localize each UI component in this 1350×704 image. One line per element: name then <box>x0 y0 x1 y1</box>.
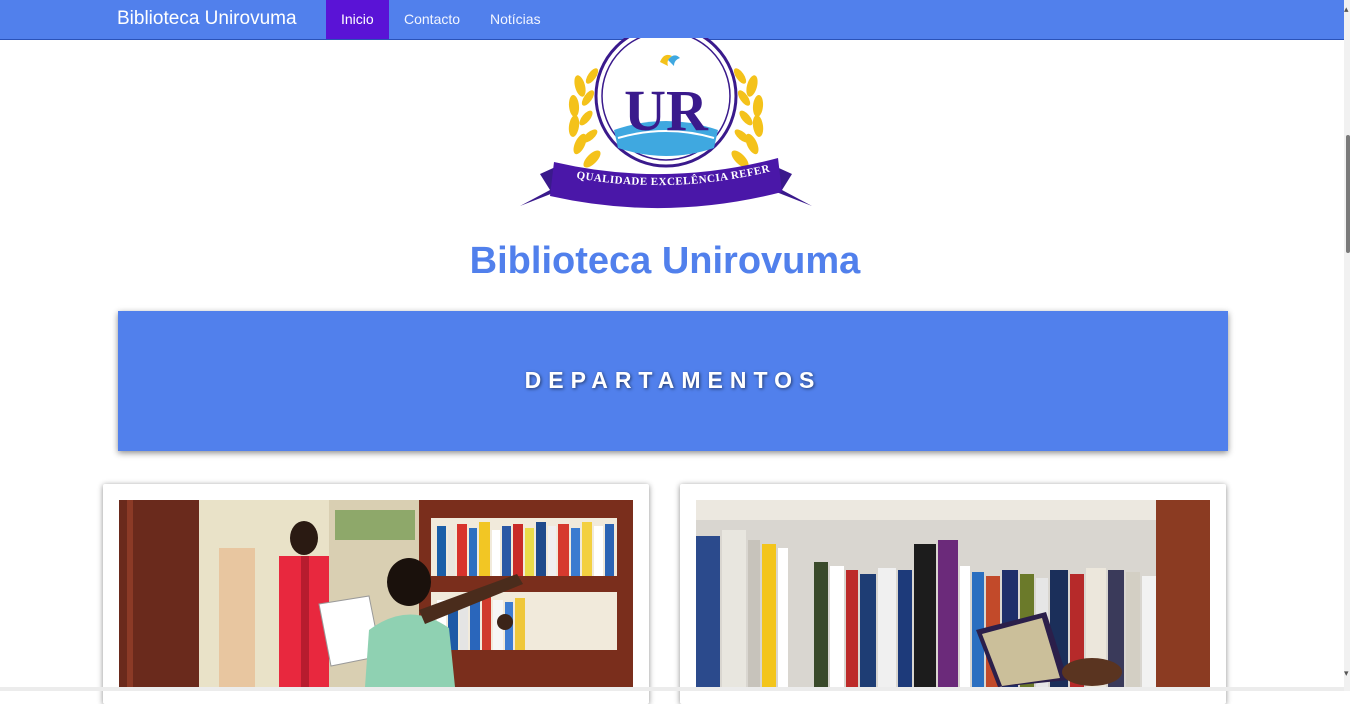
nav-item-noticias[interactable]: Notícias <box>475 0 556 39</box>
department-card[interactable] <box>680 484 1226 704</box>
scrollbar[interactable] <box>1344 0 1350 691</box>
books-on-shelf-photo[interactable] <box>696 500 1210 687</box>
page-title: Biblioteca Unirovuma <box>469 240 861 282</box>
scroll-down-arrow-icon[interactable]: ▾ <box>1344 668 1349 679</box>
university-logo: UR QUALIDADE EXCELÊNCIA REFERÊNCIA <box>514 24 814 220</box>
top-navbar: Biblioteca Unirovuma Inicio Contacto Not… <box>0 0 1344 40</box>
navbar-brand[interactable]: Biblioteca Unirovuma <box>117 8 297 30</box>
page-bottom-edge <box>0 687 1344 691</box>
nav-item-contacto[interactable]: Contacto <box>389 0 475 39</box>
departments-banner: DEPARTAMENTOS <box>118 311 1228 451</box>
scroll-up-arrow-icon[interactable]: ▴ <box>1344 4 1349 15</box>
nav-item-inicio[interactable]: Inicio <box>326 0 389 39</box>
department-card[interactable] <box>103 484 649 704</box>
departments-heading: DEPARTAMENTOS <box>524 367 822 393</box>
logo-monogram: UR <box>624 78 709 143</box>
students-at-bookshelf-photo[interactable] <box>119 500 633 687</box>
scrollbar-thumb[interactable] <box>1346 135 1350 253</box>
